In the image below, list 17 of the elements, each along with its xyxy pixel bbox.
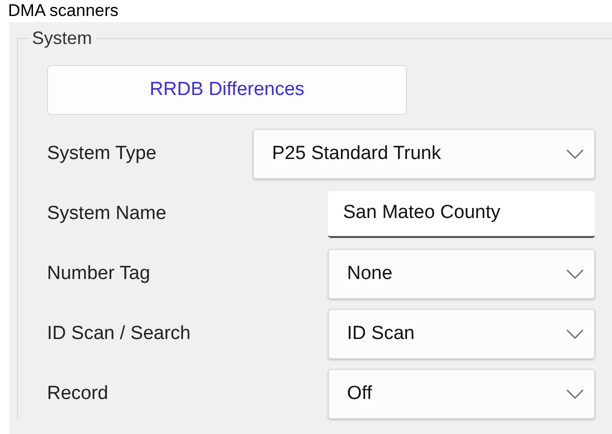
chevron-down-icon bbox=[566, 329, 584, 339]
group-title: System bbox=[28, 28, 96, 49]
chevron-down-icon bbox=[566, 149, 584, 159]
field-label: System Type bbox=[47, 143, 156, 165]
dropdown[interactable]: Off bbox=[328, 369, 595, 419]
chevron-down-icon bbox=[566, 269, 584, 279]
field-label: Number Tag bbox=[47, 263, 150, 285]
text-field[interactable]: San Mateo County bbox=[328, 190, 595, 238]
field-label: System Name bbox=[47, 203, 166, 225]
field-label: ID Scan / Search bbox=[47, 323, 191, 345]
rrdb-differences-button[interactable]: RRDB Differences bbox=[47, 65, 407, 115]
page-heading: DMA scanners bbox=[7, 0, 119, 22]
field-label: Record bbox=[47, 383, 108, 405]
chevron-down-icon bbox=[566, 389, 584, 399]
dropdown[interactable]: ID Scan bbox=[328, 309, 595, 359]
dropdown[interactable]: P25 Standard Trunk bbox=[253, 129, 595, 179]
dropdown[interactable]: None bbox=[328, 249, 595, 299]
